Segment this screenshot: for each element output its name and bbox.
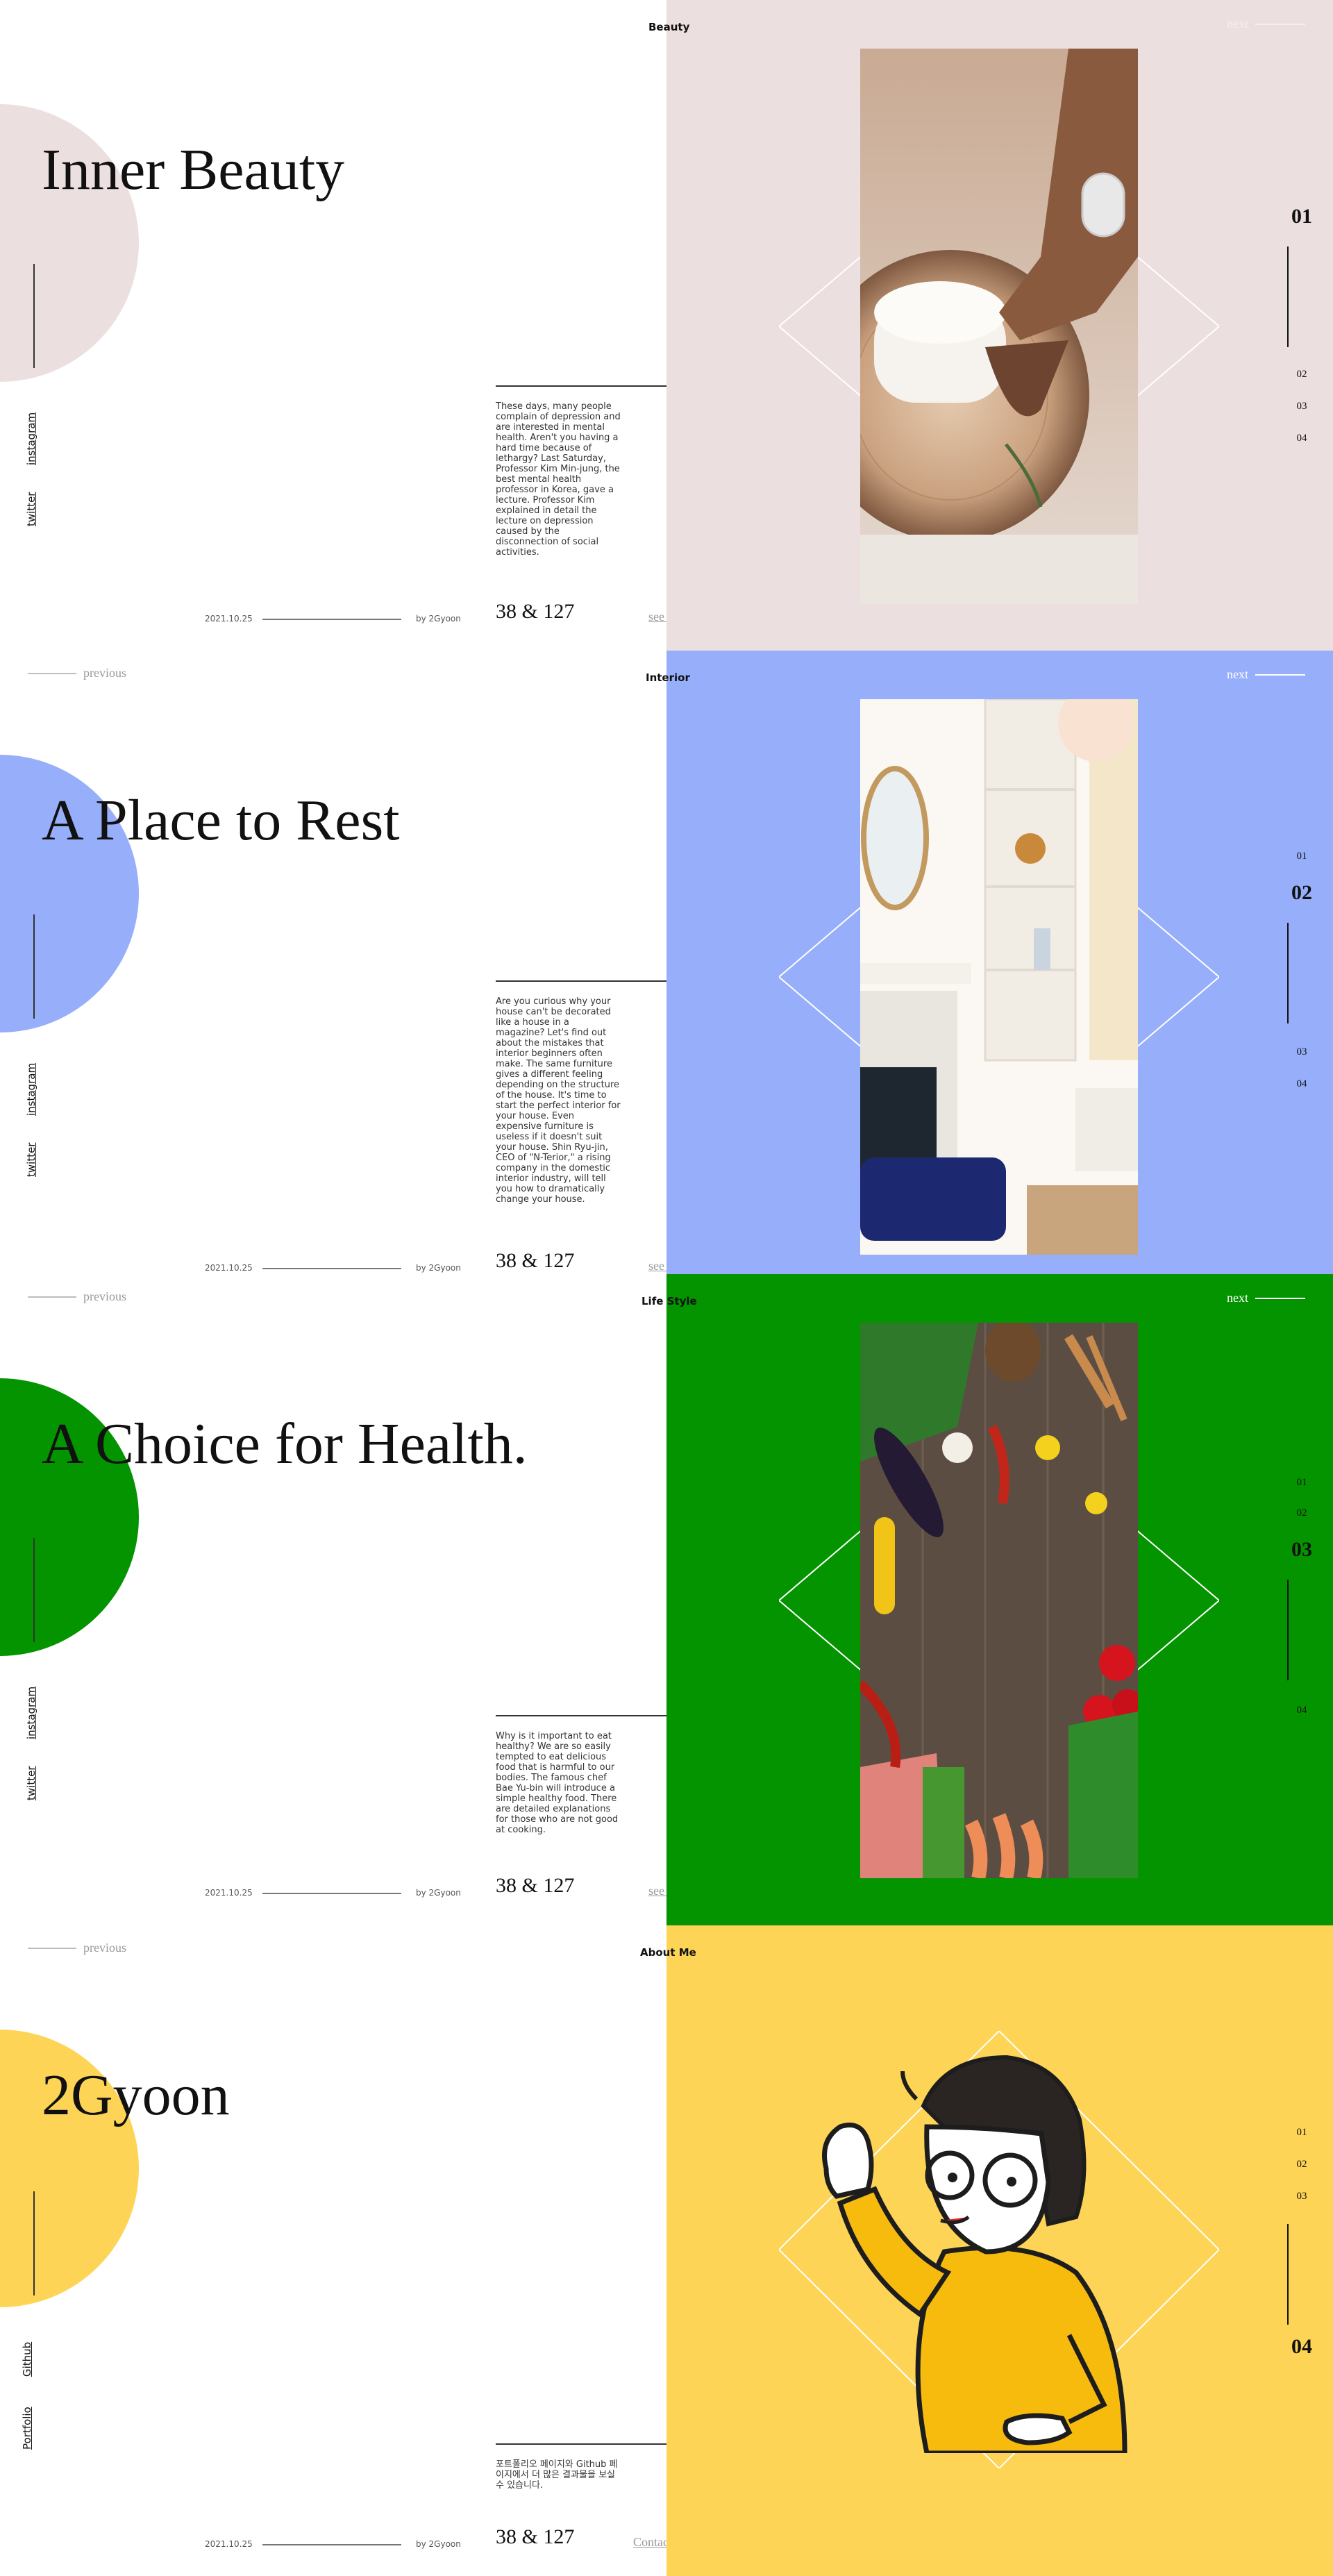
page-01[interactable]: 01	[1288, 851, 1316, 862]
previous-button[interactable]: previous	[28, 666, 126, 680]
page-title: 2Gyoon	[42, 2063, 230, 2127]
twitter-link[interactable]: twitter	[25, 492, 37, 526]
page-indicator: 01 02 03 04	[1274, 2127, 1312, 2418]
section-lifestyle: previous A Choice for Health. instagram …	[0, 1274, 1333, 1925]
twitter-link[interactable]: twitter	[25, 1766, 37, 1800]
instagram-link[interactable]: instagram	[25, 1063, 37, 1116]
description-rule	[496, 2443, 683, 2445]
instagram-link[interactable]: instagram	[25, 1687, 37, 1739]
divider-line	[33, 1538, 35, 1642]
post-date: 2021.10.25	[205, 614, 253, 624]
page-04[interactable]: 04	[1288, 433, 1316, 444]
image-panel: Interior next 01 02 03 04	[646, 651, 1333, 1274]
image-panel: Life Style next 01 02 03 04	[642, 1274, 1333, 1925]
next-line	[1255, 674, 1305, 676]
divider-line	[33, 264, 35, 368]
meta-divider	[262, 619, 401, 620]
next-line	[1255, 1297, 1305, 1299]
instagram-link[interactable]: instagram	[25, 412, 37, 465]
vegetables-on-wood-photo	[860, 1323, 1138, 1878]
previous-line	[28, 672, 76, 674]
page-02[interactable]: 02	[1288, 369, 1316, 380]
likes-comments-count: 38 & 127	[496, 600, 575, 623]
article-description: These days, many people complain of depr…	[496, 401, 621, 558]
category-label: Beauty	[648, 21, 690, 33]
previous-line	[28, 1947, 76, 1949]
previous-label: previous	[83, 1941, 126, 1955]
page-indicator: 01 02 03 04	[1274, 1477, 1312, 1727]
page-line	[1287, 246, 1289, 347]
next-label: next	[1227, 1291, 1248, 1305]
category-label: Life Style	[642, 1295, 697, 1307]
page-03[interactable]: 03	[1288, 1538, 1316, 1562]
page-line	[1287, 923, 1289, 1023]
github-link[interactable]: Github	[21, 2342, 33, 2377]
page-04[interactable]: 04	[1288, 1078, 1316, 1090]
next-line	[1255, 23, 1305, 25]
section-interior: previous A Place to Rest instagram twitt…	[0, 651, 1333, 1274]
image-panel: Beauty next 01 02 03 04	[648, 0, 1333, 651]
next-button[interactable]: next	[1227, 1291, 1305, 1305]
page-04[interactable]: 04	[1288, 1705, 1316, 1716]
meta-divider	[262, 1893, 401, 1894]
next-label: next	[1227, 17, 1248, 31]
divider-line	[33, 914, 35, 1019]
meta-divider	[262, 1268, 401, 1269]
page-01[interactable]: 01	[1288, 205, 1316, 228]
description-rule	[496, 385, 683, 387]
next-button[interactable]: next	[1227, 667, 1305, 682]
previous-label: previous	[83, 1289, 126, 1303]
divider-line	[33, 2191, 35, 2295]
post-author: by 2Gyoon	[416, 1888, 461, 1898]
page-01[interactable]: 01	[1288, 2127, 1316, 2139]
page-03[interactable]: 03	[1288, 1046, 1316, 1058]
previous-button[interactable]: previous	[28, 1289, 126, 1304]
next-label: next	[1227, 667, 1248, 681]
page-indicator: 01 02 03 04	[1274, 851, 1312, 1101]
living-room-photo	[860, 699, 1138, 1255]
article-description: 포트폴리오 페이지와 Github 페이지에서 더 많은 결과물을 보실 수 있…	[496, 2459, 618, 2491]
page-indicator: 01 02 03 04	[1274, 205, 1312, 455]
post-date: 2021.10.25	[205, 1888, 253, 1898]
previous-label: previous	[83, 666, 126, 680]
page-02[interactable]: 02	[1288, 2159, 1316, 2171]
previous-line	[28, 1296, 76, 1298]
portfolio-link[interactable]: Portfolio	[21, 2407, 33, 2450]
page-04[interactable]: 04	[1288, 2335, 1316, 2359]
cartoon-avatar-illustration	[798, 2043, 1132, 2456]
page-03[interactable]: 03	[1288, 2191, 1316, 2202]
page-line	[1287, 2224, 1289, 2325]
hand-with-candle-photo	[860, 49, 1138, 604]
image-panel: About Me 01 02 03 04	[640, 1925, 1333, 2576]
page-03[interactable]: 03	[1288, 401, 1316, 412]
article-description: Why is it important to eat healthy? We a…	[496, 1731, 619, 1835]
likes-comments-count: 38 & 127	[496, 1874, 575, 1897]
article-description: Are you curious why your house can't be …	[496, 996, 621, 1205]
likes-comments-count: 38 & 127	[496, 2525, 575, 2548]
page-title: A Place to Rest	[42, 788, 400, 853]
meta-divider	[262, 2544, 401, 2545]
twitter-link[interactable]: twitter	[25, 1143, 37, 1177]
page-02[interactable]: 02	[1288, 1507, 1316, 1519]
page-title: A Choice for Health.	[42, 1412, 528, 1476]
page-title: Inner Beauty	[42, 137, 345, 202]
category-label: About Me	[640, 1946, 696, 1959]
next-button[interactable]: next	[1227, 17, 1305, 31]
post-author: by 2Gyoon	[416, 614, 461, 624]
previous-button[interactable]: previous	[28, 1941, 126, 1955]
likes-comments-count: 38 & 127	[496, 1249, 575, 1272]
category-label: Interior	[646, 671, 690, 684]
description-rule	[496, 980, 683, 982]
post-author: by 2Gyoon	[416, 1263, 461, 1273]
section-about: previous 2Gyoon Github Portfolio 포트폴리오 페…	[0, 1925, 1333, 2576]
description-rule	[496, 1715, 683, 1716]
post-date: 2021.10.25	[205, 1263, 253, 1273]
page-02[interactable]: 02	[1288, 881, 1316, 905]
page-01[interactable]: 01	[1288, 1477, 1316, 1489]
section-beauty: Inner Beauty instagram twitter These day…	[0, 0, 1333, 651]
post-date: 2021.10.25	[205, 2539, 253, 2549]
page-line	[1287, 1580, 1289, 1680]
post-author: by 2Gyoon	[416, 2539, 461, 2549]
